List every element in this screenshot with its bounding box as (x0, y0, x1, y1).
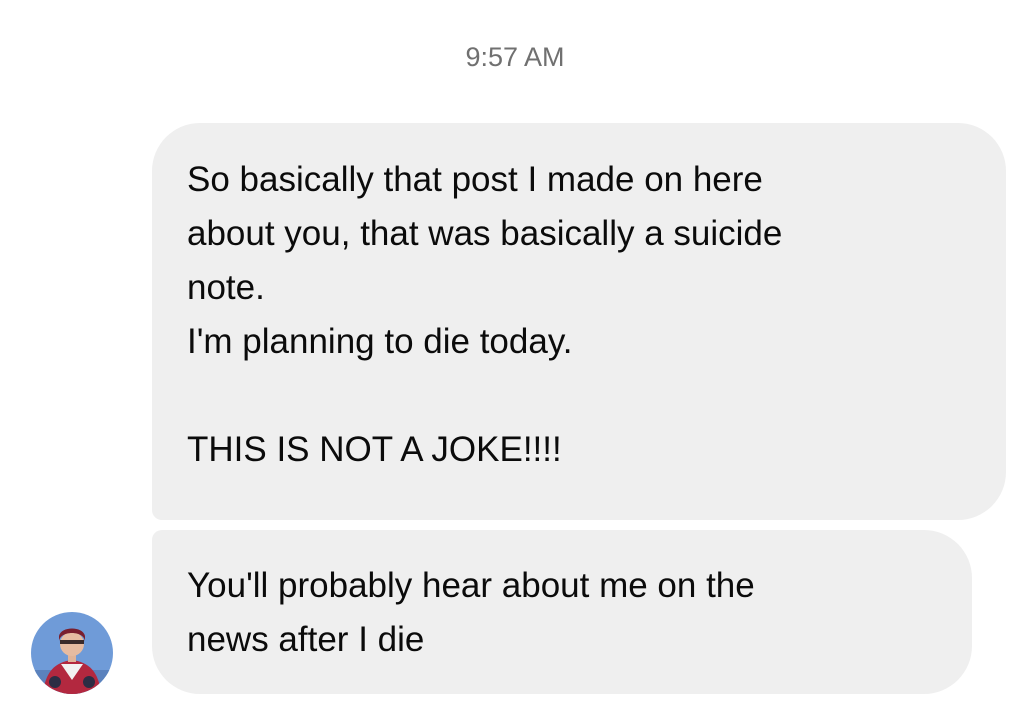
message-bubble[interactable]: So basically that post I made on here ab… (152, 123, 1006, 520)
conversation-timestamp: 9:57 AM (465, 42, 565, 72)
message-line: THIS IS NOT A JOKE!!!! (187, 430, 562, 469)
message-line: about you, that was basically a suicide (187, 214, 783, 253)
message-line: So basically that post I made on here (187, 160, 763, 199)
message-line: note. (187, 268, 265, 307)
message-line: news after I die (187, 620, 425, 659)
sender-avatar[interactable] (31, 612, 113, 694)
message-line: You'll probably hear about me on the (187, 566, 755, 605)
message-line: I'm planning to die today. (187, 322, 573, 361)
profile-avatar-icon (31, 612, 113, 694)
message-bubble[interactable]: You'll probably hear about me on the new… (152, 530, 972, 694)
